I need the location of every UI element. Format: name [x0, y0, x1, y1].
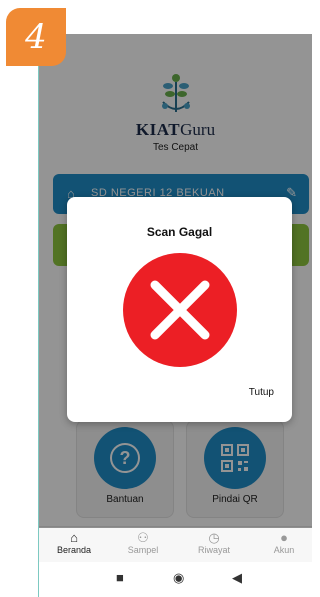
scan-failed-dialog: Scan Gagal Tutup [67, 197, 292, 422]
history-icon: ◷ [208, 530, 220, 545]
error-x-icon [123, 253, 237, 367]
system-navigation-bar: ■ ◉ ◀ [39, 562, 312, 597]
dialog-title: Scan Gagal [146, 225, 213, 239]
step-number-badge: 4 [6, 8, 66, 66]
nav-label-riwayat: Riwayat [197, 545, 230, 555]
nav-item-akun[interactable]: ● Akun [257, 530, 311, 556]
nav-label-akun: Akun [273, 545, 295, 555]
nav-item-sampel[interactable]: ⚇ Sampel [116, 530, 170, 556]
bottom-navigation: ⌂ Beranda ⚇ Sampel ◷ Riwayat ● Akun [39, 526, 312, 563]
home-circle-icon[interactable]: ◉ [173, 570, 184, 586]
nav-label-beranda: Beranda [56, 545, 92, 555]
nav-item-riwayat[interactable]: ◷ Riwayat [187, 530, 241, 556]
nav-label-sampel: Sampel [127, 545, 159, 555]
people-icon: ⚇ [137, 530, 149, 545]
nav-item-beranda[interactable]: ⌂ Beranda [47, 530, 101, 556]
account-icon: ● [280, 530, 288, 545]
back-triangle-icon[interactable]: ◀ [232, 570, 242, 586]
close-button[interactable]: Tutup [249, 387, 274, 398]
home-icon: ⌂ [70, 530, 78, 545]
recents-square-icon[interactable]: ■ [116, 570, 124, 585]
